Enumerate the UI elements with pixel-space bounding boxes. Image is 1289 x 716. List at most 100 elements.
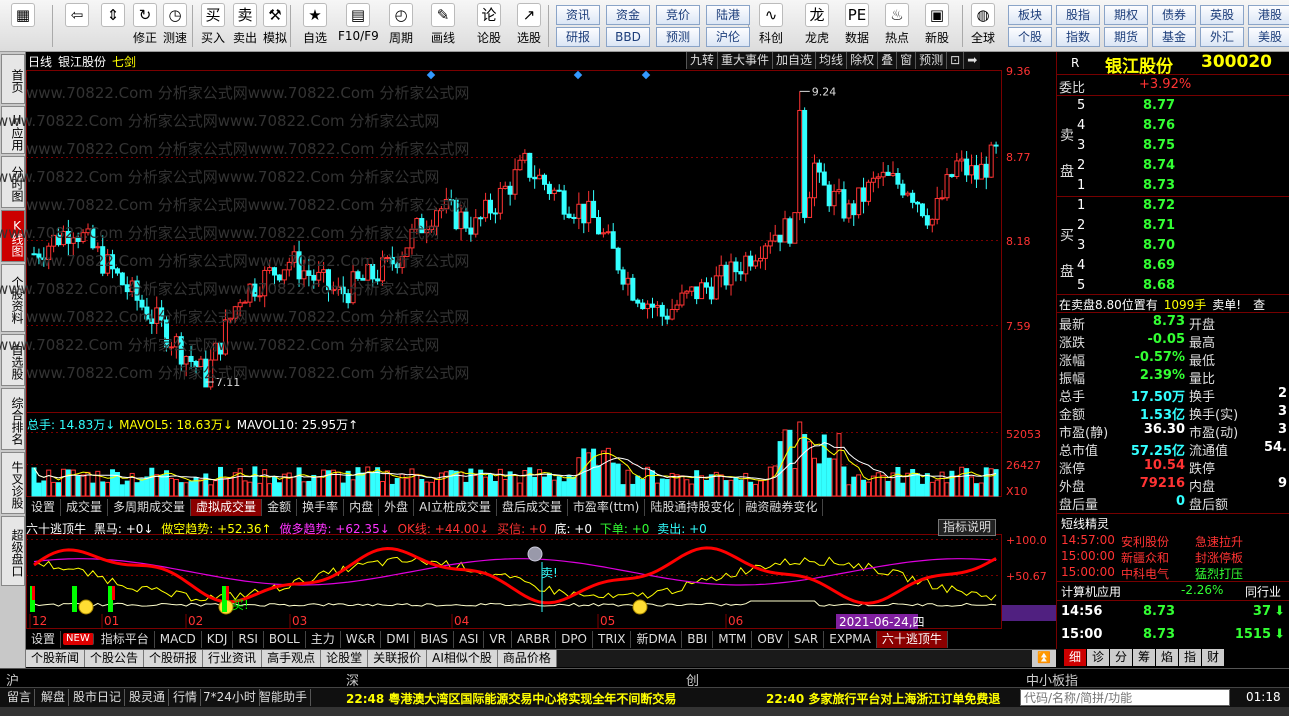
market-chip[interactable]: 股指 <box>1056 5 1100 25</box>
indicator-tab-19[interactable]: OBV <box>752 631 789 648</box>
vol-tab-8[interactable]: AI立桩成交量 <box>414 499 497 516</box>
indicator-tab-5[interactable]: RSI <box>233 631 264 648</box>
news-tab-0[interactable]: 个股新闻 <box>26 650 86 667</box>
smiley-buy-icon[interactable] <box>78 599 94 615</box>
sell-level-price[interactable]: 8.73 <box>1143 178 1175 193</box>
market-chip[interactable]: 期货 <box>1104 27 1148 47</box>
vol-tab-10[interactable]: 市盈率(ttm) <box>568 499 646 516</box>
order-alert-more[interactable]: 查 <box>1253 298 1265 312</box>
app-logo-button[interactable]: ▦ <box>6 3 40 49</box>
market-chip[interactable]: 英股 <box>1200 5 1244 25</box>
indicator-tab-9[interactable]: DMI <box>381 631 416 648</box>
toolbar-19-button[interactable]: ◍ 全球 <box>966 3 1000 49</box>
indicator-tab-21[interactable]: EXPMA <box>824 631 877 648</box>
quick-chip[interactable]: BBD <box>606 27 650 47</box>
toolbar-8-button[interactable]: ★ 自选 <box>298 3 332 49</box>
market-chip[interactable]: 指数 <box>1056 27 1100 47</box>
vol-tab-6[interactable]: 内盘 <box>344 499 380 516</box>
right-tab-1[interactable]: 诊 <box>1087 649 1109 666</box>
news-tab-5[interactable]: 论股堂 <box>321 650 369 667</box>
toolbar-12-button[interactable]: 论论股 <box>472 3 506 49</box>
market-chip[interactable]: 板块 <box>1008 5 1052 25</box>
buy-level-price[interactable]: 8.71 <box>1143 218 1175 233</box>
indicator-tab-18[interactable]: MTM <box>713 631 753 648</box>
toolbar-3-button[interactable]: ↻ 修正 <box>130 3 160 49</box>
kline-button-3[interactable]: 均线 <box>815 52 847 69</box>
elf-stock[interactable]: 中科电气 <box>1121 565 1169 582</box>
market-chip[interactable]: 个股 <box>1008 27 1052 47</box>
indicator-tab-6[interactable]: BOLL <box>264 631 306 648</box>
event-diamond-icon[interactable] <box>641 70 651 80</box>
elf-stock[interactable]: 安利股份 <box>1121 533 1169 550</box>
status-button-5[interactable]: 7*24小时 <box>200 689 260 706</box>
event-diamond-icon[interactable] <box>426 70 436 80</box>
indicator-tab-3[interactable]: MACD <box>155 631 202 648</box>
indicator-tab-1[interactable]: NEW <box>63 633 94 645</box>
left-tab-8[interactable]: 超级盘口 <box>1 516 25 586</box>
news-tab-6[interactable]: 关联报价 <box>368 650 428 667</box>
quick-chip[interactable]: 沪伦 <box>706 27 750 47</box>
status-button-3[interactable]: 股灵通 <box>126 689 170 706</box>
right-tab-4[interactable]: 焰 <box>1156 649 1178 666</box>
quick-chip[interactable]: 预测 <box>656 27 700 47</box>
news-tab-3[interactable]: 行业资讯 <box>203 650 263 667</box>
kline-period[interactable]: 日线 <box>28 53 52 70</box>
sell-level-price[interactable]: 8.77 <box>1143 98 1175 113</box>
indicator-explain-button[interactable]: 指标说明 <box>937 519 996 536</box>
kline-button-4[interactable]: 除权 <box>846 52 878 69</box>
vol-tab-1[interactable]: 成交量 <box>61 499 109 516</box>
left-tab-2[interactable]: 分时图 <box>1 156 25 208</box>
vol-tab-0[interactable]: 设置 <box>26 499 62 516</box>
kline-button-7[interactable]: 预测 <box>915 52 947 69</box>
left-tab-7[interactable]: 牛叉诊股 <box>1 452 25 514</box>
vol-tab-4[interactable]: 金额 <box>262 499 298 516</box>
news-tab-2[interactable]: 个股研报 <box>144 650 204 667</box>
market-chip[interactable]: 期权 <box>1104 5 1148 25</box>
horizontal-scrollbar[interactable] <box>0 707 1289 716</box>
buy-level-price[interactable]: 8.70 <box>1143 238 1175 253</box>
indicator-tab-2[interactable]: 指标平台 <box>96 631 155 648</box>
back-arrow-button[interactable]: ⇦ <box>60 3 94 49</box>
news-tab-4[interactable]: 高手观点 <box>262 650 322 667</box>
sell-level-price[interactable]: 8.74 <box>1143 158 1175 173</box>
indicator-tab-16[interactable]: 新DMA <box>631 631 683 648</box>
right-tab-0[interactable]: 细 <box>1064 649 1086 666</box>
sell-level-price[interactable]: 8.75 <box>1143 138 1175 153</box>
indicator-tab-14[interactable]: DPO <box>556 631 593 648</box>
left-tab-3[interactable]: K线图 <box>1 210 25 262</box>
status-button-6[interactable]: 智能助手 <box>256 689 312 706</box>
indicator-tab-15[interactable]: TRIX <box>593 631 632 648</box>
quick-chip[interactable]: 陆港 <box>706 5 750 25</box>
buy-level-price[interactable]: 8.72 <box>1143 198 1175 213</box>
indicator-tab-20[interactable]: SAR <box>789 631 825 648</box>
news-tab-1[interactable]: 个股公告 <box>85 650 145 667</box>
left-tab-6[interactable]: 综合排名 <box>1 388 25 450</box>
market-chip[interactable]: 港股 <box>1248 5 1289 25</box>
right-tab-6[interactable]: 财 <box>1202 649 1224 666</box>
indicator-tab-8[interactable]: W&R <box>341 631 382 648</box>
market-chip[interactable]: 基金 <box>1152 27 1196 47</box>
toolbar-6-button[interactable]: 卖卖出 <box>230 3 260 49</box>
indicator-tab-10[interactable]: BIAS <box>415 631 455 648</box>
indicator-tab-4[interactable]: KDJ <box>202 631 234 648</box>
buy-level-price[interactable]: 8.69 <box>1143 258 1175 273</box>
market-chip[interactable]: 美股 <box>1248 27 1289 47</box>
indicator-tab-7[interactable]: 主力 <box>306 631 341 648</box>
kline-button-8[interactable]: ⊡ <box>946 52 964 69</box>
stock-search-input[interactable] <box>1020 689 1230 706</box>
sector-peers-link[interactable]: 同行业 <box>1245 583 1289 600</box>
sell-level-price[interactable]: 8.76 <box>1143 118 1175 133</box>
smiley-buy-icon[interactable] <box>632 599 648 615</box>
indicator-tab-12[interactable]: VR <box>484 631 512 648</box>
sector-name[interactable]: 计算机应用 <box>1061 583 1121 600</box>
toolbar-7-button[interactable]: ⚒ 模拟 <box>260 3 290 49</box>
quick-chip[interactable]: 研报 <box>556 27 600 47</box>
up-down-arrows-button[interactable]: ⇕ <box>100 3 126 49</box>
indicator-tab-17[interactable]: BBI <box>682 631 714 648</box>
vol-tab-12[interactable]: 融资融券变化 <box>740 499 824 516</box>
vol-tab-9[interactable]: 盘后成交量 <box>497 499 568 516</box>
vol-tab-7[interactable]: 外盘 <box>379 499 415 516</box>
quick-chip[interactable]: 资金 <box>606 5 650 25</box>
indicator-tab-0[interactable]: 设置 <box>26 631 62 648</box>
right-tab-5[interactable]: 指 <box>1179 649 1201 666</box>
